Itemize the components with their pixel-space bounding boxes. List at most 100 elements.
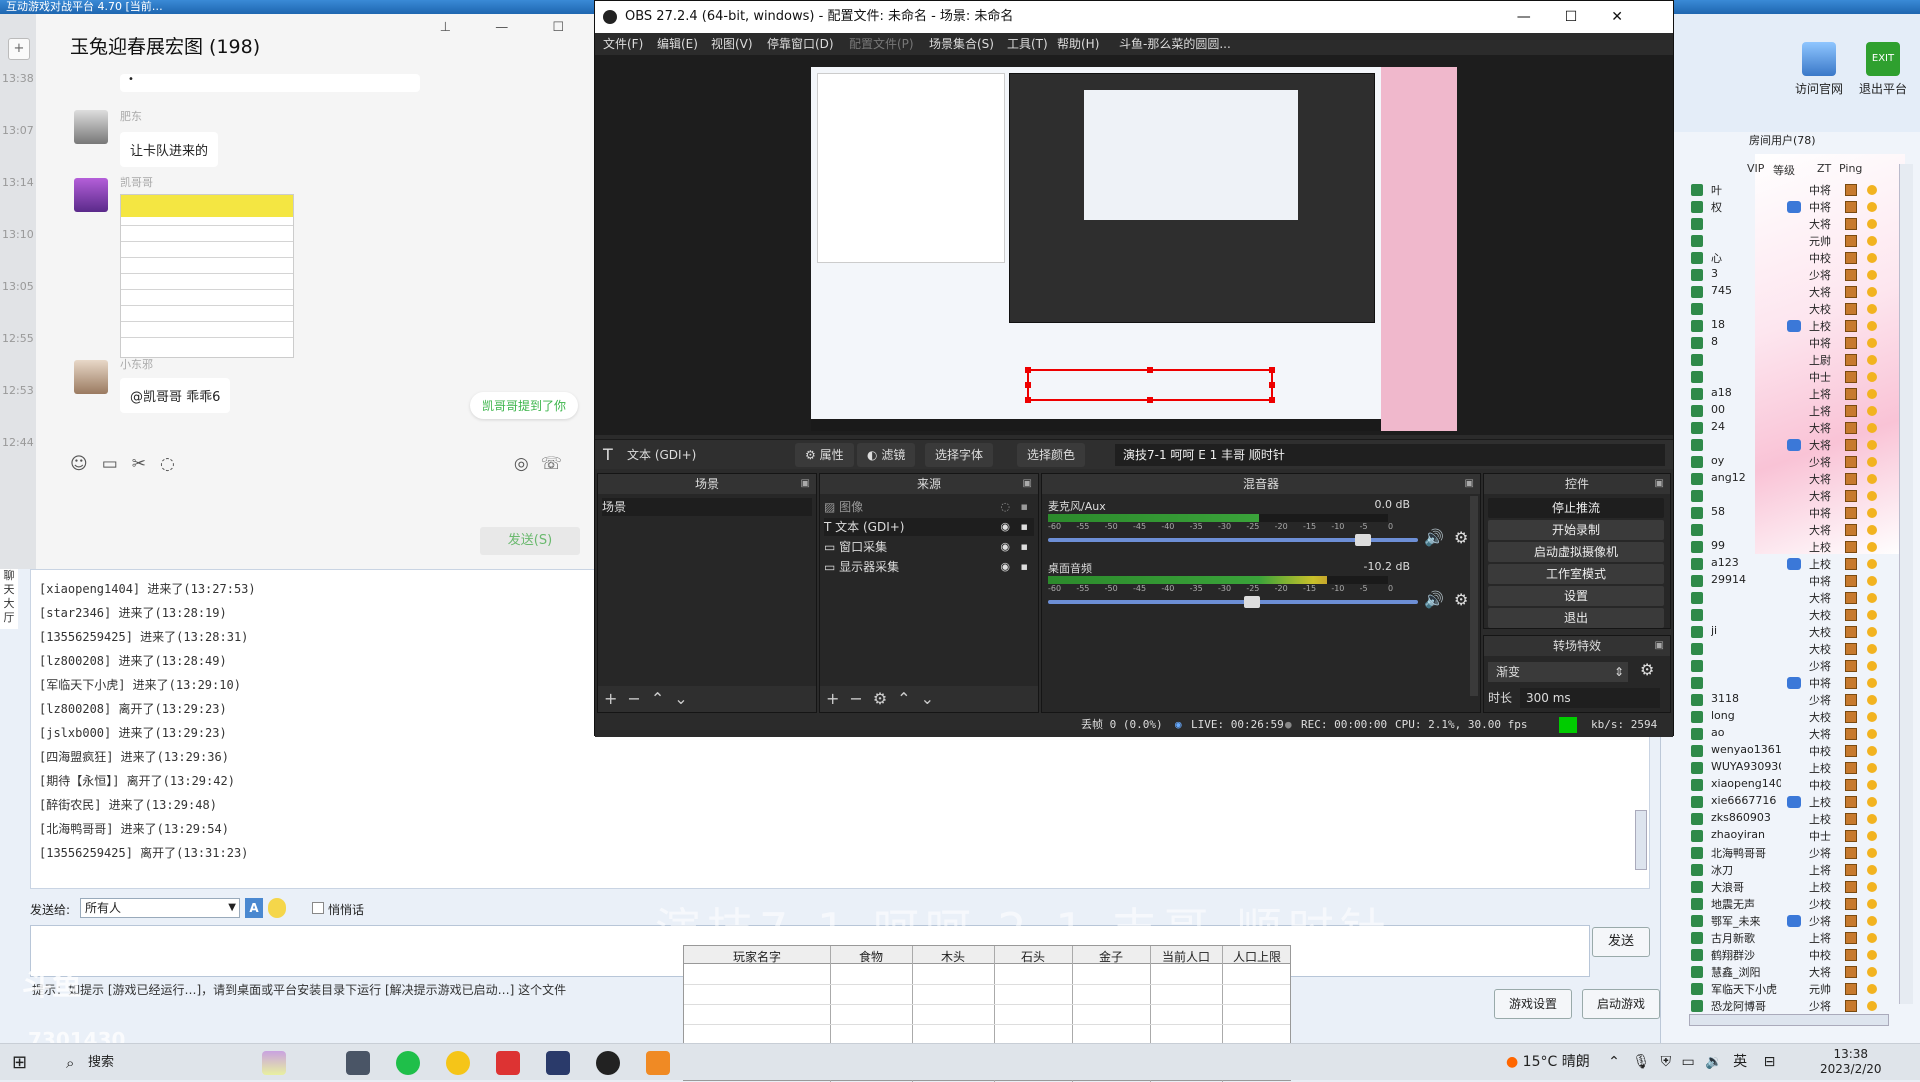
microphone-icon[interactable]: 🎙 — [1632, 1054, 1650, 1070]
mixer-scrollbar[interactable] — [1470, 496, 1478, 696]
menu-item-scene-collection[interactable]: 场景集合(S) — [929, 33, 994, 55]
user-list-hscrollbar[interactable] — [1689, 1014, 1889, 1026]
game-launcher-icon[interactable] — [546, 1051, 570, 1075]
lock-icon[interactable]: ▪ — [1021, 498, 1028, 516]
remove-icon[interactable]: − — [627, 689, 650, 708]
exit-button[interactable]: 退出 — [1488, 608, 1664, 628]
list-item[interactable]: 58 中将 — [1661, 505, 1911, 522]
menu-item-file[interactable]: 文件(F) — [603, 33, 643, 55]
log-scrollbar[interactable] — [1635, 810, 1647, 870]
source-item[interactable]: ▭ 显示器采集 ◉ ▪ — [824, 558, 1034, 576]
menu-item-tools[interactable]: 工具(T) — [1007, 33, 1048, 55]
obs-preview[interactable] — [595, 55, 1673, 435]
exit-platform-button[interactable]: EXIT 退出平台 — [1851, 42, 1915, 97]
windows-start-icon[interactable]: ⊞ — [12, 1052, 27, 1073]
list-item[interactable]: 8 中将 — [1661, 335, 1911, 352]
avatar[interactable] — [74, 360, 108, 394]
list-item[interactable]: 大校 — [1661, 607, 1911, 624]
list-item[interactable]: xiaopeng1404 中校 — [1661, 777, 1911, 794]
source-item[interactable]: ▨ 图像 ◌ ▪ — [824, 498, 1034, 516]
chat-window-controls[interactable]: ⊥ — ☐ — [440, 20, 584, 35]
game-app-icon[interactable] — [262, 1051, 286, 1075]
text-source-value[interactable]: 演技7-1 呵呵 E 1 丰哥 顺时针 — [1115, 444, 1665, 466]
visit-site-button[interactable]: 访问官网 — [1787, 42, 1851, 97]
speaker-icon[interactable]: 🔊 — [1424, 528, 1444, 547]
taskbar-clock[interactable]: 13:38 2023/2/20 — [1820, 1047, 1882, 1077]
list-item[interactable]: 大将 — [1661, 437, 1911, 454]
menu-item-profile[interactable]: 配置文件(P) — [849, 33, 914, 55]
remove-icon[interactable]: − — [849, 689, 872, 708]
emoji-icon[interactable] — [268, 898, 286, 918]
transition-select[interactable]: 渐变 ⇕ — [1488, 662, 1628, 682]
selected-text-source-box[interactable] — [1025, 367, 1275, 403]
list-item[interactable]: 大将 — [1661, 590, 1911, 607]
list-item[interactable]: xie6667716 上校 — [1661, 794, 1911, 811]
list-item[interactable]: 3 少将 — [1661, 267, 1911, 284]
column-header[interactable]: VIP — [1747, 162, 1764, 175]
slider-thumb[interactable] — [1243, 596, 1260, 608]
ime-indicator[interactable]: 英 — [1733, 1054, 1747, 1070]
lock-icon[interactable]: ▪ — [1021, 538, 1028, 556]
list-item[interactable]: 中士 — [1661, 369, 1911, 386]
select-color-button[interactable]: 选择颜色 — [1017, 443, 1086, 467]
mention-notice[interactable]: 凯哥哥提到了你 — [470, 392, 579, 419]
start-game-button[interactable]: 启动游戏 — [1582, 989, 1660, 1019]
list-item[interactable]: 恐龙阿博哥 少将 — [1661, 998, 1911, 1015]
gear-icon[interactable]: ⚙ — [1640, 660, 1654, 679]
list-item[interactable]: WUYA9309300 上校 — [1661, 760, 1911, 777]
filters-button[interactable]: ◐ 滤镜 — [857, 443, 916, 467]
add-icon[interactable]: + — [604, 689, 627, 708]
add-icon[interactable]: + — [826, 689, 849, 708]
menu-item-view[interactable]: 视图(V) — [711, 33, 753, 55]
list-item[interactable]: a123 上校 — [1661, 556, 1911, 573]
menu-item-help[interactable]: 帮助(H) — [1057, 33, 1099, 55]
undock-icon[interactable]: ▣ — [801, 474, 810, 494]
properties-button[interactable]: ⚙ 属性 — [795, 443, 854, 467]
list-item[interactable]: wenyao136136 中校 — [1661, 743, 1911, 760]
list-item[interactable]: 3118 少将 — [1661, 692, 1911, 709]
column-header[interactable]: ZT — [1817, 162, 1831, 175]
platform-taskbar-icon[interactable] — [646, 1051, 670, 1075]
list-item[interactable]: 叶 中将 — [1661, 182, 1911, 199]
room-users-tab[interactable]: 房间用户(78) — [1749, 132, 1816, 148]
list-item[interactable]: 大校 — [1661, 641, 1911, 658]
task-view-icon[interactable] — [346, 1051, 370, 1075]
gear-icon[interactable]: ⚙ — [873, 689, 897, 708]
obs-taskbar-icon[interactable] — [596, 1051, 620, 1075]
network-icon[interactable]: ▭ — [1682, 1054, 1695, 1070]
list-item[interactable]: 慧鑫_浏阳 大将 — [1661, 964, 1911, 981]
list-item[interactable]: ang12 大将 — [1661, 471, 1911, 488]
undock-icon[interactable]: ▣ — [1465, 474, 1474, 494]
column-header[interactable]: 等级 — [1773, 162, 1795, 178]
list-item[interactable]: 上尉 — [1661, 352, 1911, 369]
lock-icon[interactable]: ▪ — [1021, 558, 1028, 576]
list-item[interactable]: 鄂军_未来 少将 — [1661, 913, 1911, 930]
menu-item-docks[interactable]: 停靠窗口(D) — [767, 33, 834, 55]
list-item[interactable]: long 大校 — [1661, 709, 1911, 726]
live-icon[interactable]: ◎ — [514, 454, 541, 474]
list-item[interactable]: zhaoyiran 中士 — [1661, 828, 1911, 845]
list-item[interactable]: 00 上将 — [1661, 403, 1911, 420]
add-chat-button[interactable]: + — [8, 38, 30, 60]
studio-mode-button[interactable]: 工作室模式 — [1488, 564, 1664, 584]
list-item[interactable]: 745 大将 — [1661, 284, 1911, 301]
list-item[interactable]: 军临天下小虎 元帅 — [1661, 981, 1911, 998]
list-item[interactable]: 24 大将 — [1661, 420, 1911, 437]
chat-send-button[interactable]: 发送(S) — [480, 527, 580, 555]
ime-mode-icon[interactable]: ⊟ — [1764, 1054, 1776, 1070]
move-down-icon[interactable]: ⌄ — [921, 689, 944, 708]
list-item[interactable]: 大校 — [1661, 301, 1911, 318]
list-item[interactable]: zks860903 上校 — [1661, 811, 1911, 828]
undock-icon[interactable]: ▣ — [1655, 636, 1664, 656]
list-item[interactable]: ji 大校 — [1661, 624, 1911, 641]
move-up-icon[interactable]: ⌃ — [651, 689, 674, 708]
volume-slider[interactable] — [1048, 596, 1418, 608]
weather-text[interactable]: 15°C 晴朗 — [1523, 1054, 1590, 1070]
lobby-send-button[interactable]: 发送 — [1592, 927, 1650, 957]
list-item[interactable]: 地震无声 少校 — [1661, 896, 1911, 913]
call-icon[interactable]: ☏ — [541, 454, 574, 474]
gear-icon[interactable]: ⚙ — [1454, 590, 1468, 609]
undock-icon[interactable]: ▣ — [1023, 474, 1032, 494]
list-item[interactable]: 心 中校 — [1661, 250, 1911, 267]
qq-icon[interactable] — [446, 1051, 470, 1075]
